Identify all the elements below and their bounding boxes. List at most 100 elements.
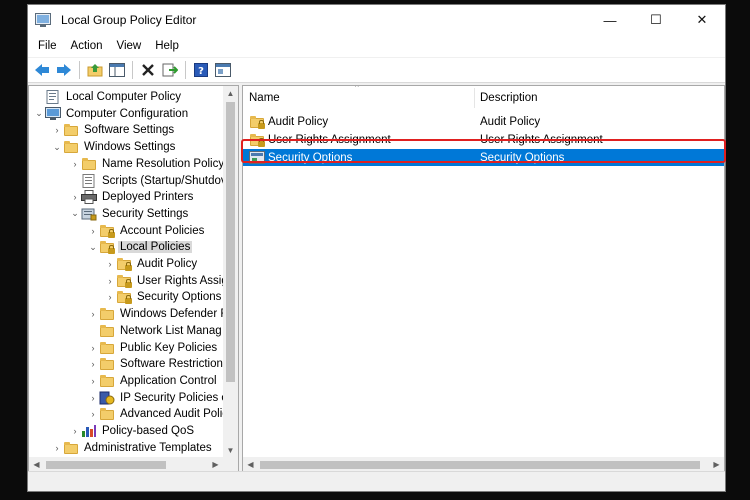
expand-chevron-icon[interactable]: › xyxy=(104,292,116,302)
expand-chevron-icon[interactable]: › xyxy=(87,409,99,419)
tree-item[interactable]: › Advanced Audit Polic xyxy=(87,406,225,422)
menu-bar: File Action View Help xyxy=(28,35,725,57)
folder-icon xyxy=(99,407,115,421)
collapse-chevron-icon[interactable]: ⌄ xyxy=(69,208,81,219)
expand-chevron-icon[interactable]: › xyxy=(51,125,63,135)
tree-item[interactable]: › Deployed Printers xyxy=(69,189,195,205)
tree-item[interactable]: › Public Key Policies xyxy=(87,340,219,356)
scroll-left-arrow-icon[interactable]: ◀ xyxy=(243,457,258,472)
tree-item-label: Network List Manag xyxy=(120,324,222,337)
expand-chevron-icon[interactable]: › xyxy=(87,359,99,369)
details-horizontal-scrollbar[interactable]: ◀ ▶ xyxy=(243,457,724,472)
title-bar[interactable]: Local Group Policy Editor — ☐ ✕ xyxy=(28,5,725,35)
tree-item[interactable]: ⌄ Windows Settings xyxy=(51,139,177,155)
window-title: Local Group Policy Editor xyxy=(61,13,197,27)
tree-item-label: Scripts (Startup/Shutdov xyxy=(102,174,225,187)
tree-item-label: Application Control xyxy=(120,374,217,387)
tree-item[interactable]: › Security Options xyxy=(104,289,223,305)
tree-item[interactable]: › User Rights Assig xyxy=(104,273,225,289)
list-item[interactable]: Audit Policy Audit Policy xyxy=(243,113,724,130)
collapse-chevron-icon[interactable]: ⌄ xyxy=(51,142,63,153)
minimize-button[interactable]: — xyxy=(587,5,633,35)
qos-chart-icon xyxy=(81,424,97,438)
security-settings-icon xyxy=(81,207,97,221)
scroll-right-arrow-icon[interactable]: ▶ xyxy=(709,457,724,472)
export-icon[interactable] xyxy=(159,59,181,81)
expand-chevron-icon[interactable]: › xyxy=(87,343,99,353)
tree-item[interactable]: Scripts (Startup/Shutdov xyxy=(69,173,225,189)
scroll-thumb[interactable] xyxy=(260,461,700,469)
column-description[interactable]: Description xyxy=(474,86,724,110)
locked-folder-icon xyxy=(116,290,132,305)
tree-item[interactable]: › Audit Policy xyxy=(104,256,199,272)
tree-item[interactable]: › Policy-based QoS xyxy=(69,423,196,439)
tree-item-label: Audit Policy xyxy=(137,258,198,270)
toolbar-separator xyxy=(132,61,133,79)
collapse-chevron-icon[interactable]: ⌄ xyxy=(33,108,45,119)
toolbar-separator xyxy=(185,61,186,79)
maximize-button[interactable]: ☐ xyxy=(633,5,679,35)
tree-item-label: Software Restriction xyxy=(120,358,223,371)
help-icon[interactable]: ? xyxy=(190,59,212,81)
scroll-down-arrow-icon[interactable]: ▼ xyxy=(223,443,238,458)
scroll-thumb[interactable] xyxy=(46,461,166,469)
expand-chevron-icon[interactable]: › xyxy=(104,259,116,269)
tree-item-label: Advanced Audit Polic xyxy=(120,408,225,421)
forward-icon[interactable] xyxy=(53,59,75,81)
delete-icon[interactable] xyxy=(137,59,159,81)
expand-chevron-icon[interactable]: › xyxy=(87,376,99,386)
menu-action[interactable]: Action xyxy=(64,40,110,52)
gpedit-window: Local Group Policy Editor — ☐ ✕ File Act… xyxy=(27,4,726,492)
folder-icon xyxy=(63,140,79,154)
expand-chevron-icon[interactable]: › xyxy=(87,226,99,236)
tree-item-label: Computer Configuration xyxy=(66,107,189,120)
tree-item-label: Policy-based QoS xyxy=(102,425,195,437)
tree-item-label: Security Options xyxy=(137,291,222,304)
tree-item[interactable]: Local Computer Policy xyxy=(33,89,183,105)
tree-item[interactable]: › Windows Defender F xyxy=(87,306,225,322)
back-icon[interactable] xyxy=(31,59,53,81)
list-item-description: Audit Policy xyxy=(480,115,541,128)
tree-pane[interactable]: Local Computer Policy ⌄ Computer Configura… xyxy=(28,85,239,473)
tree-item-label: Local Computer Policy xyxy=(66,91,182,103)
tree-horizontal-scrollbar[interactable]: ◀ ▶ xyxy=(29,457,238,472)
ip-security-icon xyxy=(99,391,115,405)
close-button[interactable]: ✕ xyxy=(679,5,725,35)
tree-item[interactable]: › Application Control xyxy=(87,373,219,389)
expand-chevron-icon[interactable]: › xyxy=(87,309,99,319)
toolbar: ? xyxy=(28,57,725,83)
expand-chevron-icon[interactable]: › xyxy=(51,443,63,453)
tree-item[interactable]: ⌄ Computer Configuration xyxy=(33,106,190,122)
tree-item[interactable]: › Administrative Templates xyxy=(51,440,214,456)
scroll-thumb[interactable] xyxy=(226,102,235,382)
show-tree-icon[interactable] xyxy=(106,59,128,81)
expand-chevron-icon[interactable]: › xyxy=(104,276,116,286)
sort-arrow-icon: ^ xyxy=(355,85,359,92)
locked-folder-icon xyxy=(99,240,115,255)
scroll-left-arrow-icon[interactable]: ◀ xyxy=(29,457,44,472)
tree-item[interactable]: › Software Settings xyxy=(51,122,176,138)
folder-icon xyxy=(99,357,115,371)
menu-file[interactable]: File xyxy=(31,40,64,52)
collapse-chevron-icon[interactable]: ⌄ xyxy=(87,242,99,253)
tree-item[interactable]: ⌄ Local Policies xyxy=(87,239,193,255)
menu-view[interactable]: View xyxy=(110,40,149,52)
tree-vertical-scrollbar[interactable]: ▲ ▼ xyxy=(223,86,238,458)
folder-icon xyxy=(99,307,115,321)
tree-item[interactable]: › Name Resolution Policy xyxy=(69,156,225,172)
expand-chevron-icon[interactable]: › xyxy=(69,159,81,169)
scroll-right-arrow-icon[interactable]: ▶ xyxy=(208,457,223,472)
expand-chevron-icon[interactable]: › xyxy=(69,426,81,436)
menu-help[interactable]: Help xyxy=(148,40,186,52)
expand-chevron-icon[interactable]: › xyxy=(87,393,99,403)
up-folder-icon[interactable] xyxy=(84,59,106,81)
tree-item[interactable]: Network List Manag xyxy=(87,323,224,339)
toolbar-separator xyxy=(79,61,80,79)
tree-item[interactable]: › Software Restriction xyxy=(87,356,225,372)
properties-icon[interactable] xyxy=(212,59,234,81)
tree-item[interactable]: ⌄ Security Settings xyxy=(69,206,190,222)
tree-item[interactable]: › IP Security Policies o xyxy=(87,390,225,406)
scroll-up-arrow-icon[interactable]: ▲ xyxy=(223,86,238,101)
expand-chevron-icon[interactable]: › xyxy=(69,192,81,202)
tree-item[interactable]: › Account Policies xyxy=(87,223,206,239)
